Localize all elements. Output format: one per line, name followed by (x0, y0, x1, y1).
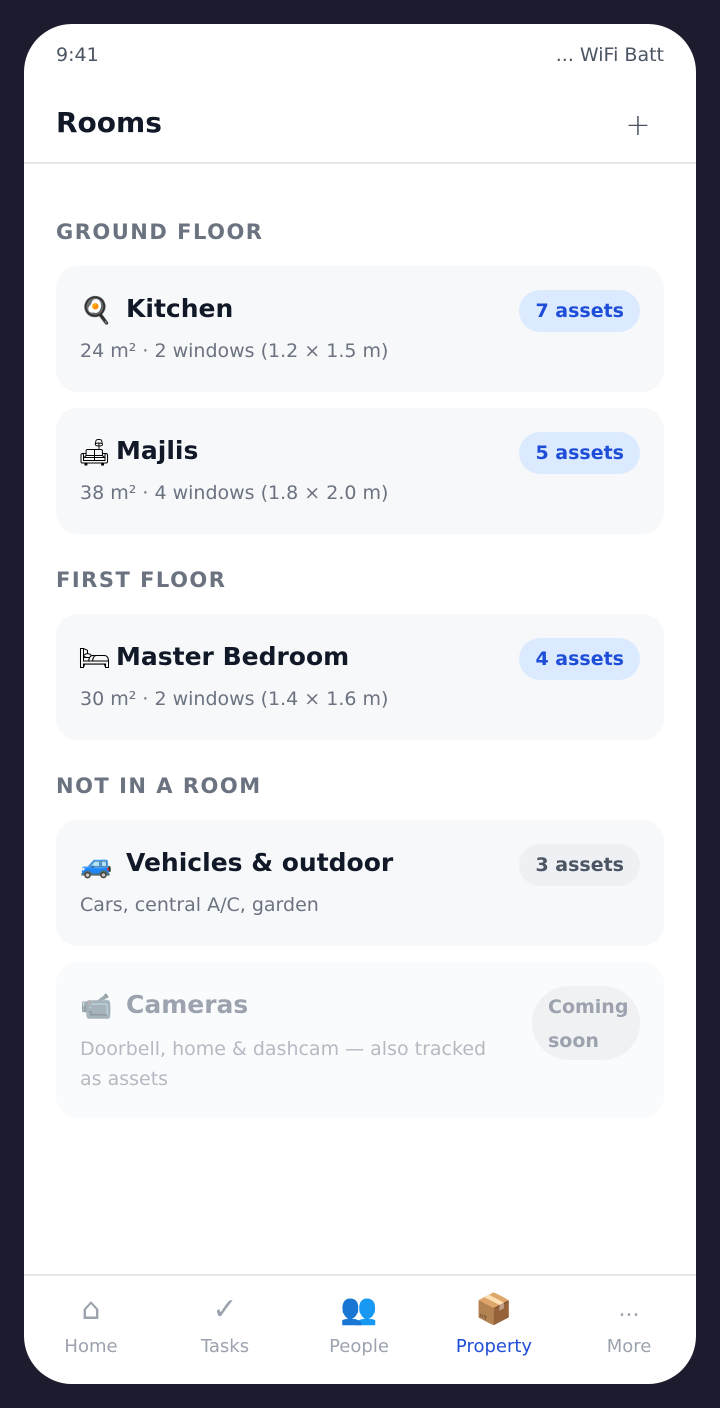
room-title: Majlis (116, 436, 199, 465)
room-subtitle: 30 m² · 2 windows (1.4 × 1.6 m) (80, 688, 389, 710)
room-title: Master Bedroom (116, 642, 350, 671)
tab-label: People (329, 1336, 389, 1357)
tab-label: More (606, 1336, 652, 1357)
room-subtitle: 24 m² · 2 windows (1.2 × 1.5 m) (80, 340, 389, 362)
room-card-vehicles-outdoor[interactable]: 🚙 Vehicles & outdoor Cars, central A/C, … (56, 820, 664, 946)
asset-count-badge[interactable]: 3 assets (519, 844, 640, 886)
room-card-kitchen[interactable]: 🍳 Kitchen 24 m² · 2 windows (1.2 × 1.5 m… (56, 266, 664, 392)
room-card-cameras: 📹 Cameras Doorbell, home & dashcam — als… (56, 962, 664, 1118)
room-title: Vehicles & outdoor (126, 848, 394, 877)
status-indicators: ... WiFi Batt (555, 44, 664, 66)
people-icon: 👥 (340, 1292, 378, 1327)
room-title: Kitchen (126, 294, 234, 323)
tab-label: Tasks (200, 1336, 250, 1357)
room-card-master-bedroom[interactable]: 🛏 Master Bedroom 30 m² · 2 windows (1.4 … (56, 614, 664, 740)
couch-icon: 🛋 (78, 438, 112, 468)
room-subtitle: Cars, central A/C, garden (80, 894, 319, 916)
status-bar: 9:41 ... WiFi Batt (24, 24, 696, 88)
tab-property[interactable]: 📦 Property (427, 1276, 561, 1384)
check-icon: ✓ (212, 1292, 238, 1327)
room-subtitle: Doorbell, home & dashcam — also tracked … (80, 1038, 487, 1090)
tab-tasks[interactable]: ✓ Tasks (158, 1276, 292, 1384)
bed-icon: 🛏 (78, 644, 112, 674)
room-title: Cameras (126, 990, 249, 1019)
tab-label: Property (455, 1336, 533, 1357)
home-icon: ⌂ (81, 1292, 101, 1327)
section-label-ground-floor: GROUND FLOOR (56, 220, 264, 244)
add-room-button[interactable]: + (620, 110, 656, 146)
room-subtitle: 38 m² · 4 windows (1.8 × 2.0 m) (80, 482, 389, 504)
status-time: 9:41 (56, 44, 99, 66)
package-icon: 📦 (475, 1292, 513, 1327)
phone-screen: 9:41 ... WiFi Batt Rooms + GROUND FLOOR … (24, 24, 696, 1384)
section-label-not-in-a-room: NOT IN A ROOM (56, 774, 262, 798)
room-card-majlis[interactable]: 🛋 Majlis 38 m² · 4 windows (1.8 × 2.0 m)… (56, 408, 664, 534)
tab-home[interactable]: ⌂ Home (24, 1276, 158, 1384)
section-label-first-floor: FIRST FLOOR (56, 568, 227, 592)
frying-pan-icon: 🍳 (80, 296, 113, 326)
tab-more[interactable]: ... More (562, 1276, 696, 1384)
video-camera-icon: 📹 (80, 992, 113, 1022)
tab-people[interactable]: 👥 People (292, 1276, 426, 1384)
tab-label: Home (64, 1336, 118, 1357)
page-title: Rooms (56, 106, 162, 139)
asset-count-badge[interactable]: 5 assets (519, 432, 640, 474)
asset-count-badge[interactable]: 7 assets (519, 290, 640, 332)
more-icon: ... (618, 1297, 640, 1322)
car-icon: 🚙 (80, 850, 113, 880)
bottom-tab-bar: ⌂ Home ✓ Tasks 👥 People 📦 Property ... M… (24, 1274, 696, 1384)
asset-count-badge[interactable]: 4 assets (519, 638, 640, 680)
header: Rooms + (24, 88, 696, 164)
coming-soon-badge: Coming soon (532, 986, 640, 1060)
